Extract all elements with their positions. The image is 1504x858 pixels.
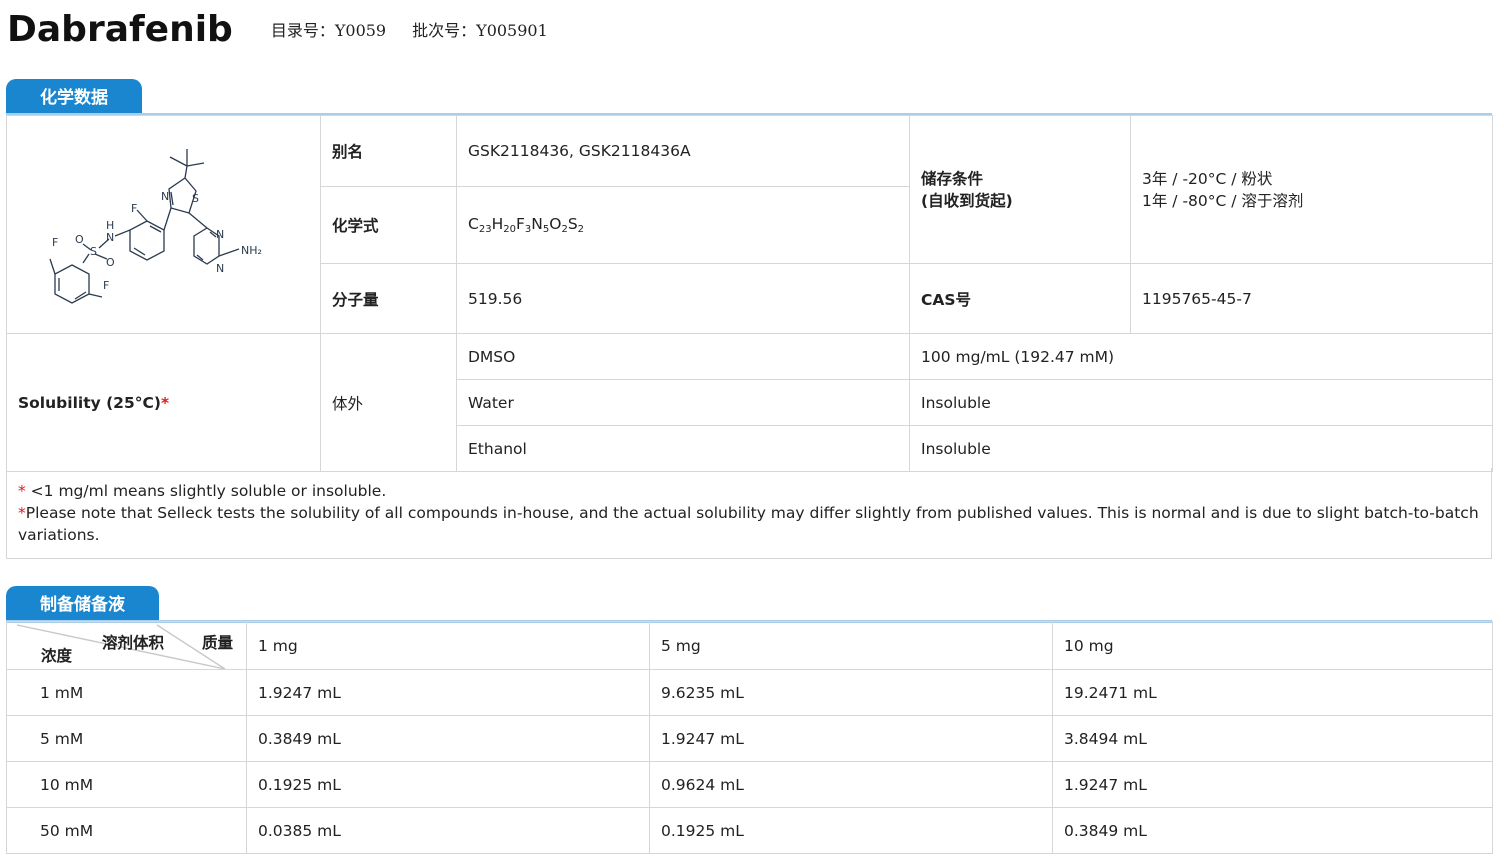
stock-solution-table: 浓度 溶剂体积 质量 1 mg 5 mg 10 mg 1 mM 1.9247 m… [6, 621, 1493, 854]
volume-cell: 3.8494 mL [1052, 715, 1493, 762]
alias-label: 别名 [320, 115, 457, 187]
header-volume: 溶剂体积 [102, 634, 165, 652]
formula-element: O [549, 214, 562, 233]
page-header: Dabrafenib 目录号：Y0059 批次号：Y005901 [7, 4, 574, 54]
conc-cell: 10 mM [6, 761, 247, 808]
atom-label: N [161, 190, 169, 203]
mw-value: 519.56 [456, 263, 910, 334]
solubility-value: Insoluble [909, 425, 1493, 472]
formula-element: N [531, 214, 543, 233]
volume-cell: 9.6235 mL [649, 669, 1053, 716]
asterisk: * [160, 393, 170, 412]
atom-label: F [131, 202, 137, 215]
conc-cell: 5 mM [6, 715, 247, 762]
atom-label: S [192, 192, 199, 205]
atom-label: NH₂ [241, 244, 262, 257]
volume-cell: 19.2471 mL [1052, 669, 1493, 716]
volume-cell: 1.9247 mL [649, 715, 1053, 762]
atom-label: O [106, 256, 115, 269]
mw-label: 分子量 [320, 263, 457, 334]
mass-header: 1 mg [246, 621, 650, 670]
mass-header: 5 mg [649, 621, 1053, 670]
table-row: 50 mM 0.0385 mL 0.1925 mL 0.3849 mL [6, 807, 1493, 854]
chem-data-tab: 化学数据 [6, 79, 142, 115]
volume-cell: 0.3849 mL [1052, 807, 1493, 854]
conc-cell: 50 mM [6, 807, 247, 854]
structure-cell: N S F H N O S O N N NH₂ F F [6, 115, 321, 334]
cas-value: 1195765-45-7 [1130, 263, 1493, 334]
formula-subscript: 2 [577, 223, 585, 235]
solubility-notes: * <1 mg/ml means slightly soluble or ins… [6, 468, 1492, 559]
volume-cell: 0.0385 mL [246, 807, 650, 854]
header-diagonal-cell: 浓度 溶剂体积 质量 [6, 621, 247, 670]
atom-label: N [216, 228, 224, 241]
volume-cell: 1.9247 mL [1052, 761, 1493, 808]
volume-cell: 0.9624 mL [649, 761, 1053, 808]
formula-subscript: 23 [478, 223, 492, 235]
storage-label: 储存条件 (自收到货起) [909, 114, 1131, 265]
stock-solution-tab: 制备储备液 [6, 586, 159, 622]
solubility-context: 体外 [320, 333, 457, 472]
header-mass: 质量 [202, 634, 234, 652]
header-conc: 浓度 [41, 647, 73, 665]
atom-label: N [216, 262, 224, 275]
solvent-name: Ethanol [456, 425, 910, 472]
volume-cell: 0.1925 mL [246, 761, 650, 808]
atom-label: N [106, 231, 114, 244]
solubility-value: 100 mg/mL (192.47 mM) [909, 333, 1493, 380]
note-item: * <1 mg/ml means slightly soluble or ins… [18, 482, 387, 500]
formula-element: C [468, 214, 479, 233]
formula-value: C23H20F3N5O2S2 [456, 185, 910, 265]
volume-cell: 0.1925 mL [649, 807, 1053, 854]
formula-subscript: 20 [503, 223, 516, 235]
atom-label: F [52, 236, 58, 249]
atom-label: S [90, 245, 97, 258]
solvent-name: Water [456, 379, 910, 426]
chemical-structure-image: N S F H N O S O N N NH₂ F F [49, 149, 262, 304]
formula-element: F [515, 214, 525, 233]
chem-data-table: N S F H N O S O N N NH₂ F F 别名 GSK211843… [6, 114, 1493, 472]
solubility-label: Solubility (25°C)* [6, 333, 321, 472]
product-name: Dabrafenib [7, 8, 233, 50]
storage-value: 3年 / -20°C / 粉状 1年 / -80°C / 溶于溶剂 [1130, 114, 1493, 265]
conc-cell: 1 mM [6, 669, 247, 716]
cas-label: CAS号 [909, 263, 1131, 334]
formula-element: S [567, 214, 578, 233]
formula-element: H [491, 214, 504, 233]
formula-label: 化学式 [320, 185, 457, 265]
volume-cell: 0.3849 mL [246, 715, 650, 762]
solubility-value: Insoluble [909, 379, 1493, 426]
volume-cell: 1.9247 mL [246, 669, 650, 716]
table-row: 5 mM 0.3849 mL 1.9247 mL 3.8494 mL [6, 715, 1493, 762]
table-row: 1 mM 1.9247 mL 9.6235 mL 19.2471 mL [6, 669, 1493, 716]
catalog-number: 目录号：Y0059 [270, 21, 387, 40]
alias-value: GSK2118436, GSK2118436A [456, 115, 910, 187]
atom-label: O [75, 233, 84, 246]
table-row: 10 mM 0.1925 mL 0.9624 mL 1.9247 mL [6, 761, 1493, 808]
batch-number: 批次号：Y005901 [412, 21, 548, 40]
note-item: *Please note that Selleck tests the solu… [18, 504, 1479, 544]
mass-header: 10 mg [1052, 621, 1493, 670]
atom-label: F [103, 279, 109, 292]
solvent-name: DMSO [456, 333, 910, 380]
